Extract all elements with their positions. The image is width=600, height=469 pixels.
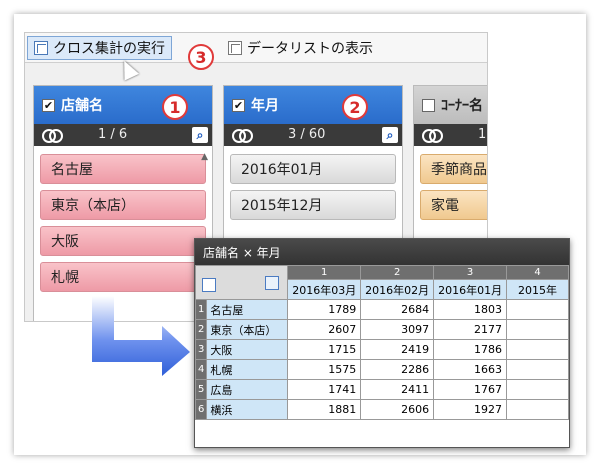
column-number: 2: [360, 265, 435, 280]
column-header[interactable]: 2015年: [506, 279, 569, 300]
list-item[interactable]: 2015年12月: [230, 190, 396, 220]
list-item[interactable]: 名古屋: [40, 154, 206, 184]
table-cell[interactable]: 2606: [360, 399, 435, 420]
table-cell[interactable]: 1575: [287, 359, 362, 380]
table-cell[interactable]: 1767: [433, 379, 508, 400]
table-cell[interactable]: 1786: [433, 339, 508, 360]
list-item[interactable]: 季節商品: [420, 154, 487, 184]
link-icon[interactable]: [232, 129, 253, 143]
link-icon[interactable]: [42, 129, 63, 143]
table-row: 4 札幌 1575 2286 1663: [195, 359, 569, 380]
table-cell[interactable]: 1803: [433, 299, 508, 320]
yearmonth-checkbox[interactable]: ✔: [232, 98, 245, 112]
result-grid: 1 2 3 4 2016年03月 2016年02月 2016年01月 2015年…: [195, 265, 569, 420]
search-icon[interactable]: ⌕: [192, 127, 208, 143]
yearmonth-panel-bar: 3 / 60 ⌕: [224, 124, 402, 146]
export-icon[interactable]: [202, 278, 216, 292]
table-cell[interactable]: 2684: [360, 299, 435, 320]
toolbar: クロス集計の実行 データリストの表示: [25, 33, 487, 63]
table-cell[interactable]: [506, 319, 569, 340]
step-badge-3: 3: [188, 44, 214, 70]
grid-corner: [195, 265, 289, 300]
datalist-icon: [228, 41, 242, 55]
table-row: 3 大阪 1715 2419 1786: [195, 339, 569, 360]
list-item[interactable]: 札幌: [40, 262, 206, 292]
table-row: 2 東京（本店） 2607 3097 2177: [195, 319, 569, 340]
list-item[interactable]: 東京（本店）: [40, 190, 206, 220]
store-count: 1 / 6: [98, 127, 128, 142]
table-cell[interactable]: 1789: [287, 299, 362, 320]
store-panel-bar: 1 / 6 ⌕: [34, 124, 212, 146]
row-number: 6: [195, 399, 208, 420]
table-row: 1 名古屋 1789 2684 1803: [195, 299, 569, 320]
list-item[interactable]: 2016年01月: [230, 154, 396, 184]
corner-item-list: 季節商品 家電: [414, 146, 487, 220]
yearmonth-item-list: 2016年01月 2015年12月: [224, 146, 402, 220]
step-badge-1: 1: [162, 94, 188, 120]
column-number: 1: [287, 265, 362, 280]
result-title: 店舗名 × 年月: [195, 239, 569, 265]
column-number: 3: [433, 265, 508, 280]
table-cell[interactable]: 1715: [287, 339, 362, 360]
store-checkbox[interactable]: ✔: [42, 98, 55, 112]
table-cell[interactable]: 2411: [360, 379, 435, 400]
corner-checkbox[interactable]: [422, 98, 435, 112]
row-number: 2: [195, 319, 208, 340]
table-cell[interactable]: 1741: [287, 379, 362, 400]
table-cell[interactable]: [506, 299, 569, 320]
store-item-list: 名古屋 東京（本店） 大阪 札幌: [34, 146, 212, 292]
list-item[interactable]: 家電: [420, 190, 487, 220]
corner-panel-header[interactable]: ｺｰﾅｰ名: [414, 86, 487, 124]
scroll-up-icon[interactable]: ▲: [201, 152, 208, 162]
yearmonth-panel-title: 年月: [251, 98, 279, 114]
cross-tab-icon: [34, 41, 48, 55]
store-panel-title: 店舗名: [61, 98, 103, 114]
table-cell[interactable]: [506, 359, 569, 380]
row-label[interactable]: 名古屋: [206, 299, 289, 320]
table-cell[interactable]: [506, 399, 569, 420]
crosstab-result-window: 店舗名 × 年月 1 2 3 4 2016年03月 2016年02月 2016年…: [194, 238, 570, 448]
table-cell[interactable]: 2607: [287, 319, 362, 340]
cross-tab-button[interactable]: クロス集計の実行: [27, 36, 172, 60]
table-cell[interactable]: 1663: [433, 359, 508, 380]
row-label[interactable]: 横浜: [206, 399, 289, 420]
row-label[interactable]: 札幌: [206, 359, 289, 380]
row-number: 5: [195, 379, 208, 400]
yearmonth-count: 3 / 60: [288, 127, 326, 142]
row-label[interactable]: 大阪: [206, 339, 289, 360]
refresh-icon[interactable]: [265, 276, 280, 290]
flow-arrow-icon: [92, 296, 190, 376]
row-number: 1: [195, 299, 208, 320]
datalist-button-label: データリストの表示: [247, 41, 373, 57]
corner-panel-title: ｺｰﾅｰ名: [441, 98, 483, 114]
table-cell[interactable]: 2286: [360, 359, 435, 380]
row-label[interactable]: 広島: [206, 379, 289, 400]
table-cell[interactable]: 2419: [360, 339, 435, 360]
table-row: 6 横浜 1881 2606 1927: [195, 399, 569, 420]
table-cell[interactable]: [506, 379, 569, 400]
step-badge-2: 2: [342, 94, 368, 120]
table-cell[interactable]: 2177: [433, 319, 508, 340]
table-cell[interactable]: 1881: [287, 399, 362, 420]
store-panel: ✔ 店舗名 1 / 6 ⌕ 名古屋 東京（本店） 大阪 札幌 ▲: [33, 85, 213, 321]
table-cell[interactable]: 3097: [360, 319, 435, 340]
search-icon[interactable]: ⌕: [382, 127, 398, 143]
column-header[interactable]: 2016年03月: [287, 279, 362, 300]
column-header[interactable]: 2016年01月: [433, 279, 508, 300]
table-cell[interactable]: [506, 339, 569, 360]
row-label[interactable]: 東京（本店）: [206, 319, 289, 340]
column-header[interactable]: 2016年02月: [360, 279, 435, 300]
cross-tab-button-label: クロス集計の実行: [53, 41, 165, 57]
corner-panel-bar: 1: [414, 124, 487, 146]
row-number: 3: [195, 339, 208, 360]
yearmonth-panel-header[interactable]: ✔ 年月: [224, 86, 402, 124]
datalist-button[interactable]: データリストの表示: [221, 36, 380, 60]
corner-count: 1: [478, 127, 487, 142]
list-item[interactable]: 大阪: [40, 226, 206, 256]
table-cell[interactable]: 1927: [433, 399, 508, 420]
column-number: 4: [506, 265, 569, 280]
table-row: 5 広島 1741 2411 1767: [195, 379, 569, 400]
link-icon[interactable]: [422, 129, 443, 143]
row-number: 4: [195, 359, 208, 380]
